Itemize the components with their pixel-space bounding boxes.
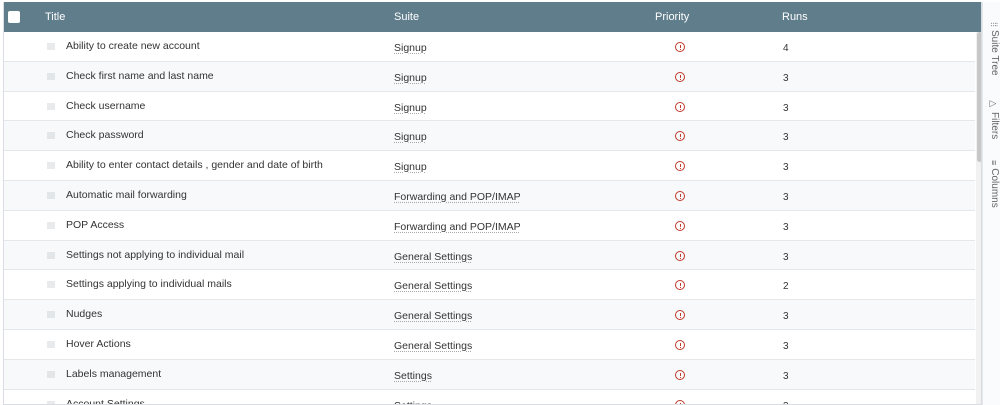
suite-link[interactable]: Settings (394, 392, 432, 404)
test-title[interactable]: Settings applying to individual mails (66, 270, 232, 299)
drag-handle-icon[interactable] (47, 162, 55, 170)
grid-header: Title Suite Priority Runs (4, 2, 981, 32)
columns-label: Columns (989, 168, 1000, 208)
runs-count: 3 (783, 132, 789, 144)
test-title[interactable]: Account Settings (66, 390, 145, 404)
test-cases-grid: Title Suite Priority Runs Ability to cre… (3, 2, 982, 405)
suite-link[interactable]: Signup (394, 34, 427, 63)
table-row[interactable]: Check username Signup 3 (4, 91, 975, 123)
suite-tree-label: Suite Tree (989, 30, 1000, 76)
test-title[interactable]: POP Access (66, 211, 124, 240)
side-panel: ⁞⁞ Suite Tree ▷ Filters ≡ Columns (982, 2, 1000, 405)
drag-handle-icon[interactable] (47, 191, 55, 199)
columns-tab[interactable]: ≡ Columns (984, 160, 1000, 208)
table-row[interactable]: Account Settings Settings 3 (4, 389, 975, 404)
drag-handle-icon[interactable] (47, 72, 55, 80)
test-title[interactable]: Check password (66, 121, 144, 150)
drag-handle-icon[interactable] (47, 281, 55, 289)
high-priority-icon (675, 250, 685, 261)
table-row[interactable]: Ability to enter contact details , gende… (4, 151, 975, 181)
drag-handle-icon[interactable] (47, 400, 55, 404)
drag-handle-icon[interactable] (47, 102, 55, 110)
high-priority-icon (675, 220, 685, 231)
high-priority-icon (675, 190, 685, 201)
column-header-suite[interactable]: Suite (394, 2, 419, 32)
high-priority-icon (675, 131, 685, 142)
test-title[interactable]: Check first name and last name (66, 62, 214, 91)
table-row[interactable]: Hover Actions General Settings 3 (4, 329, 975, 361)
suite-link[interactable]: Forwarding and POP/IMAP (394, 213, 521, 242)
high-priority-icon (675, 399, 685, 404)
suite-link[interactable]: General Settings (394, 302, 472, 331)
filters-tab[interactable]: ▷ Filters (984, 99, 1000, 139)
suite-link[interactable]: Signup (394, 64, 427, 93)
table-row[interactable]: Check password Signup 3 (4, 121, 975, 152)
suite-link[interactable]: General Settings (394, 243, 472, 272)
high-priority-icon (675, 161, 685, 172)
runs-count: 3 (783, 251, 789, 263)
table-row[interactable]: Nudges General Settings 3 (4, 300, 975, 330)
high-priority-icon (675, 339, 685, 350)
runs-count: 2 (783, 281, 789, 293)
test-title[interactable]: Ability to create new account (66, 32, 200, 61)
runs-count: 3 (783, 191, 789, 203)
column-header-runs[interactable]: Runs (782, 2, 808, 32)
high-priority-icon (675, 369, 685, 380)
suite-link[interactable]: Forwarding and POP/IMAP (394, 183, 521, 212)
table-row[interactable]: Automatic mail forwarding Forwarding and … (4, 180, 975, 212)
high-priority-icon (675, 310, 685, 321)
suite-link[interactable]: General Settings (394, 332, 472, 361)
test-title[interactable]: Nudges (66, 300, 102, 329)
drag-handle-icon[interactable] (47, 370, 55, 378)
drag-handle-icon[interactable] (47, 340, 55, 348)
high-priority-icon (675, 71, 685, 82)
filter-icon: ▷ (989, 99, 999, 109)
test-title[interactable]: Labels management (66, 360, 161, 389)
runs-count: 3 (783, 221, 789, 233)
runs-count: 3 (783, 72, 789, 84)
test-title[interactable]: Automatic mail forwarding (66, 181, 187, 210)
columns-icon: ≡ (989, 160, 999, 166)
grid-body: Ability to create new account Signup 4 Chec… (4, 32, 975, 404)
select-all-checkbox[interactable] (8, 11, 20, 23)
filters-label: Filters (989, 112, 1000, 140)
suite-link[interactable]: Signup (394, 153, 427, 182)
test-title[interactable]: Settings not applying to individual mail (66, 241, 244, 270)
table-row[interactable]: Ability to create new account Signup 4 (4, 32, 975, 62)
suite-link[interactable]: Signup (394, 94, 427, 123)
drag-handle-icon[interactable] (47, 221, 55, 229)
table-row[interactable]: Settings not applying to individual mail… (4, 240, 975, 272)
high-priority-icon (675, 101, 685, 112)
test-title[interactable]: Check username (66, 92, 145, 121)
runs-count: 3 (783, 392, 789, 404)
suite-tree-tab[interactable]: ⁞⁞ Suite Tree (984, 22, 1000, 76)
runs-count: 3 (783, 162, 789, 174)
runs-count: 3 (783, 370, 789, 382)
column-header-title[interactable]: Title (45, 2, 65, 32)
suite-link[interactable]: Signup (394, 123, 427, 152)
suite-link[interactable]: Settings (394, 362, 432, 391)
runs-count: 4 (783, 43, 789, 54)
high-priority-icon (675, 280, 685, 291)
table-row[interactable]: Check first name and last name Signup 3 (4, 61, 975, 93)
suite-link[interactable]: General Settings (394, 272, 472, 301)
test-title[interactable]: Ability to enter contact details , gende… (66, 151, 323, 180)
high-priority-icon (675, 42, 685, 52)
drag-handle-icon[interactable] (47, 43, 55, 50)
tree-icon: ⁞⁞ (989, 22, 999, 28)
table-row[interactable]: Settings applying to individual mails Gen… (4, 270, 975, 301)
runs-count: 3 (783, 340, 789, 352)
runs-count: 3 (783, 102, 789, 114)
column-header-priority[interactable]: Priority (655, 2, 689, 32)
table-row[interactable]: Labels management Settings 3 (4, 359, 975, 391)
runs-count: 3 (783, 311, 789, 323)
test-title[interactable]: Hover Actions (66, 330, 131, 359)
drag-handle-icon[interactable] (47, 132, 55, 140)
drag-handle-icon[interactable] (47, 251, 55, 259)
table-row[interactable]: POP Access Forwarding and POP/IMAP 3 (4, 210, 975, 242)
drag-handle-icon[interactable] (47, 311, 55, 319)
